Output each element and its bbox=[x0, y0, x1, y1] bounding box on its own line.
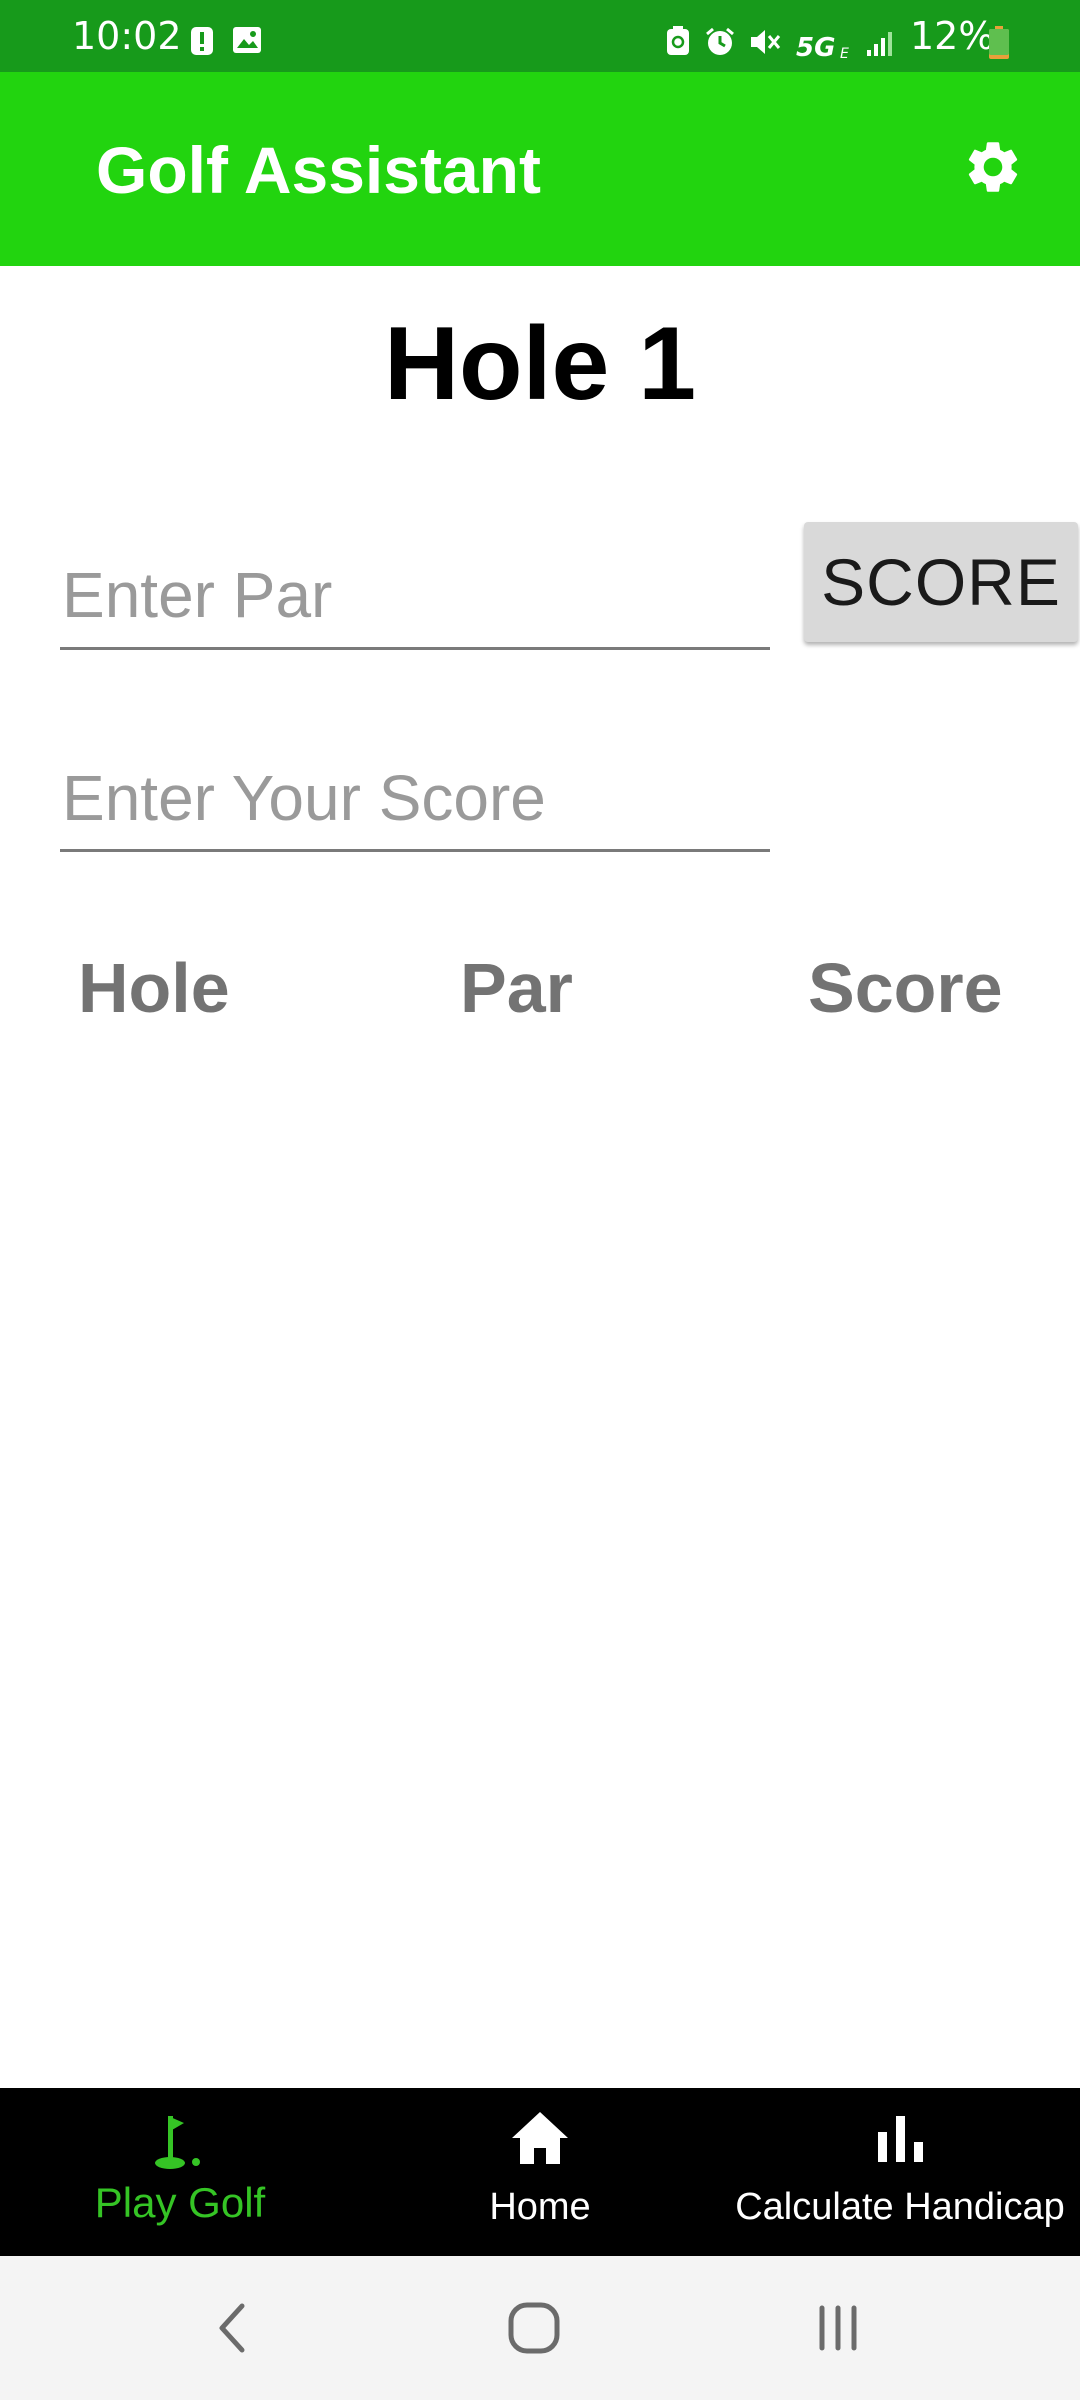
bottom-navigation: Play Golf Home Calculate Handicap bbox=[0, 2088, 1080, 2256]
score-input[interactable] bbox=[60, 752, 770, 852]
app-title: Golf Assistant bbox=[96, 133, 541, 207]
column-header-score: Score bbox=[808, 949, 1003, 1027]
gear-icon bbox=[968, 142, 1018, 192]
nav-item-play-golf[interactable]: Play Golf bbox=[0, 2088, 360, 2256]
recycle-icon bbox=[666, 26, 690, 61]
par-input[interactable] bbox=[60, 548, 770, 650]
app-bar: Golf Assistant bbox=[0, 72, 1080, 266]
nav-label-home: Home bbox=[489, 2186, 591, 2228]
alert-icon bbox=[190, 26, 214, 61]
nav-item-home[interactable]: Home bbox=[360, 2088, 720, 2256]
signal-icon bbox=[866, 28, 896, 63]
nav-label-play-golf: Play Golf bbox=[94, 2179, 266, 2226]
5g-icon: 5G E bbox=[796, 30, 856, 65]
column-header-hole: Hole bbox=[78, 949, 230, 1027]
nav-label-calculate-handicap: Calculate Handicap bbox=[735, 2186, 1065, 2228]
home-icon bbox=[510, 2110, 570, 2171]
score-button[interactable]: SCORE bbox=[804, 522, 1078, 642]
settings-button[interactable] bbox=[962, 136, 1024, 198]
mute-icon bbox=[748, 26, 782, 63]
back-icon[interactable] bbox=[212, 2300, 252, 2361]
image-icon bbox=[232, 26, 262, 59]
svg-text:5G: 5G bbox=[796, 33, 835, 60]
alarm-icon bbox=[704, 26, 736, 63]
recents-icon[interactable] bbox=[814, 2300, 862, 2361]
column-header-par: Par bbox=[460, 949, 573, 1027]
system-navigation-bar bbox=[0, 2256, 1080, 2400]
score-table-header: Hole Par Score bbox=[0, 948, 1080, 1028]
battery-percent: 12% bbox=[910, 14, 995, 58]
svg-text:E: E bbox=[840, 46, 849, 60]
golf-flag-icon bbox=[150, 2110, 210, 2177]
home-circle-icon[interactable] bbox=[506, 2300, 562, 2361]
hole-title: Hole 1 bbox=[383, 306, 697, 422]
status-bar: 10:02 5G E 12% bbox=[0, 0, 1080, 72]
status-time: 10:02 bbox=[72, 14, 182, 58]
bar-chart-icon bbox=[872, 2110, 928, 2171]
battery-icon bbox=[988, 26, 1010, 65]
nav-item-calculate-handicap[interactable]: Calculate Handicap bbox=[720, 2088, 1080, 2256]
